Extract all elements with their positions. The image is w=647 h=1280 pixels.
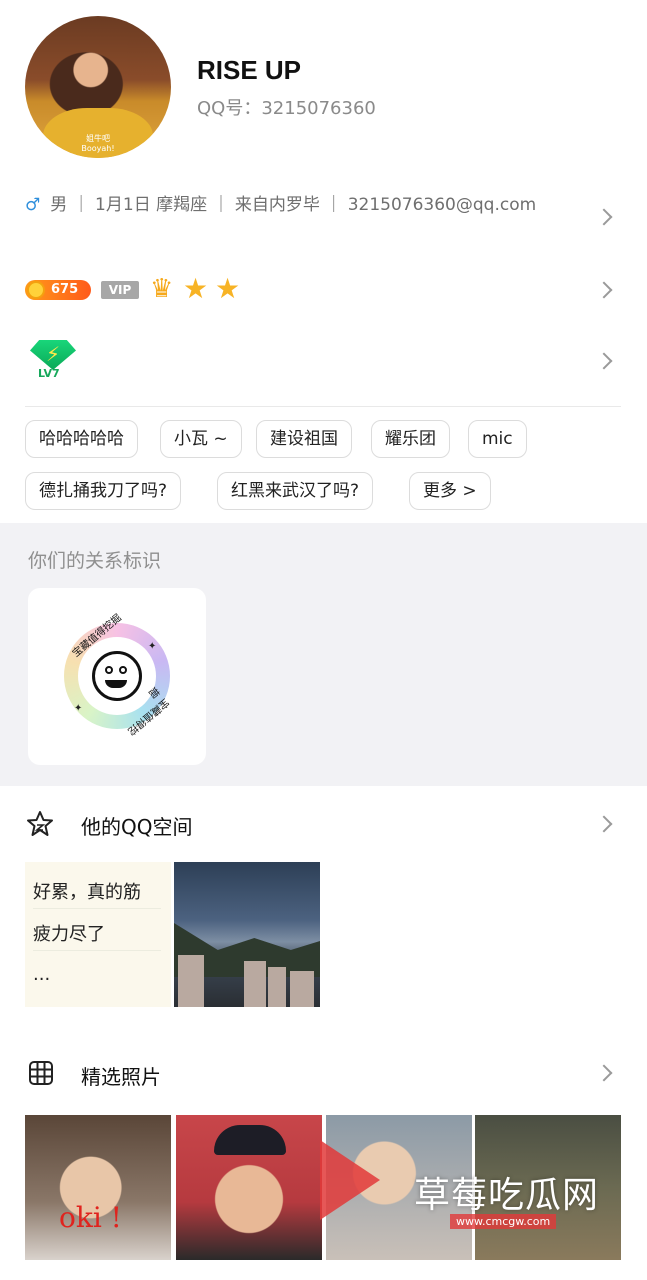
building-shape [244, 961, 266, 1007]
info-text: 男 ｜ 1月1日 摩羯座 ｜ 来自内罗毕 ｜ 3215076360@qq.com [50, 195, 537, 215]
relation-badge-card[interactable]: 宝藏值得挖掘 宝藏值得挖掘 ✦ ✦ [28, 588, 206, 765]
tag-chip[interactable]: 红黑来武汉了吗? [217, 472, 374, 510]
watermark-text: 草莓吃瓜网 [414, 1175, 600, 1216]
qzone-mood-card[interactable]: 好累，真的筋 疲力尽了 ... [25, 862, 171, 1007]
eye [105, 666, 113, 674]
coin-badge[interactable]: 675 [25, 280, 91, 300]
building-shape [178, 955, 204, 1007]
featured-photo[interactable] [176, 1115, 322, 1260]
male-icon: ♂ [25, 195, 41, 215]
nickname: RISE UP [197, 55, 302, 85]
cap-shape [214, 1125, 286, 1155]
avatar-caption-line2: Booyah! [81, 144, 115, 153]
chevron-right-icon[interactable] [595, 352, 613, 370]
tag-chip[interactable]: mic [468, 420, 527, 458]
mouth [105, 680, 127, 688]
watermark-url: www.cmcgw.com [450, 1214, 557, 1229]
sparkle-icon: ✦ [148, 641, 157, 652]
mood-rule [33, 950, 161, 951]
qzone-star-icon [27, 811, 53, 836]
profile-info[interactable]: ♂ 男 ｜ 1月1日 摩羯座 ｜ 来自内罗毕 ｜ 3215076360@qq.co… [25, 188, 550, 222]
star-icon: ★ [183, 272, 209, 305]
grid-icon [29, 1061, 53, 1085]
qzone-title[interactable]: 他的QQ空间 [81, 811, 192, 840]
star-icon: ★ [215, 272, 241, 305]
divider [25, 406, 621, 407]
sparkle-icon: ✦ [74, 703, 83, 714]
lightning-icon: ⚡ [46, 342, 61, 366]
coin-count: 675 [51, 282, 79, 297]
photos-title[interactable]: 精选照片 [81, 1061, 161, 1090]
building-shape [268, 967, 286, 1007]
tag-chip[interactable]: 小瓦 ~ [160, 420, 242, 458]
relation-title: 你们的关系标识 [28, 550, 162, 572]
chevron-right-icon[interactable] [595, 1064, 613, 1082]
photo-caption: oki ! [59, 1201, 122, 1234]
chevron-right-icon[interactable] [595, 815, 613, 833]
level-badge[interactable]: ⚡ LV7 [30, 340, 76, 380]
qq-number: QQ号：3215076360 [197, 98, 376, 119]
chevron-right-icon[interactable] [595, 208, 613, 226]
tag-chip[interactable]: 哈哈哈哈哈 [25, 420, 138, 458]
chevron-right-icon[interactable] [595, 281, 613, 299]
coin-icon [27, 281, 45, 299]
qzone-photo[interactable] [174, 862, 320, 1007]
avatar[interactable]: 姐牛吧 Booyah! [25, 16, 171, 158]
mood-text: 疲力尽了 [33, 924, 105, 945]
mood-ellipsis: ... [33, 964, 51, 985]
featured-photo[interactable]: oki ! [25, 1115, 171, 1260]
avatar-caption-line1: 姐牛吧 [86, 134, 110, 143]
relation-badge-icon: 宝藏值得挖掘 宝藏值得挖掘 ✦ ✦ [64, 613, 171, 737]
more-tags-button[interactable]: 更多 > [409, 472, 491, 510]
tag-chip[interactable]: 德扎捅我刀了吗? [25, 472, 182, 510]
building-shape [290, 971, 314, 1007]
mood-rule [33, 908, 161, 909]
vip-badge[interactable]: VIP [101, 281, 139, 299]
avatar-caption: 姐牛吧 Booyah! [25, 134, 171, 154]
tag-chip[interactable]: 建设祖国 [256, 420, 352, 458]
level-label: LV7 [38, 367, 60, 380]
smiley-icon [92, 651, 142, 701]
tag-chip[interactable]: 耀乐团 [371, 420, 450, 458]
eye [119, 666, 127, 674]
mood-text: 好累，真的筋 [33, 882, 141, 903]
crown-icon: ♛ [150, 274, 174, 304]
